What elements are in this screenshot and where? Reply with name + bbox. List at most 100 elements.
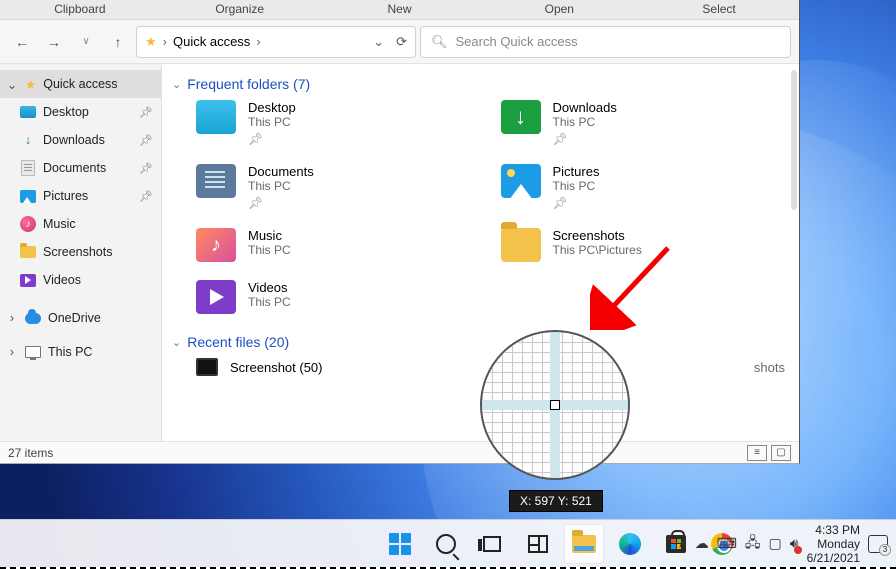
nav-sidebar: ⌄ ★ Quick access Desktop 📌︎ ↓ Downloads … [0,64,162,441]
recent-file-loc: shots [754,360,785,375]
tile-name: Desktop [248,100,296,115]
pictures-icon [20,190,36,203]
chevron-down-icon: ⌄ [172,78,181,91]
back-button[interactable]: ← [8,28,36,56]
tile-documents[interactable]: Documents This PC 📌︎ [196,164,481,210]
video-icon [20,274,36,287]
taskbar-clock[interactable]: 4:33 PM Monday 6/21/2021 [807,523,860,565]
pin-icon: 📌︎ [553,132,617,146]
notification-badge: 3 [879,544,891,556]
chevron-right-icon: › [163,34,167,49]
cloud-icon [25,313,41,324]
up-button[interactable]: ↑ [104,28,132,56]
sidebar-item-pictures[interactable]: Pictures 📌︎ [0,182,161,210]
file-explorer-window: Clipboard Organize New Open Select ← → ∨… [0,0,800,464]
folder-icon [501,228,541,262]
forward-button[interactable]: → [40,28,68,56]
scrollbar[interactable] [791,70,797,210]
keyboard-tray-icon[interactable]: ⌨ [717,535,737,552]
tile-name: Documents [248,164,314,179]
section-frequent-folders[interactable]: ⌄ Frequent folders (7) [172,76,785,92]
section-recent-files[interactable]: ⌄ Recent files (20) [172,334,785,350]
pin-icon: 📌︎ [139,162,153,175]
clock-time: 4:33 PM [807,523,860,537]
breadcrumb-root[interactable]: Quick access [173,34,250,49]
task-view-button[interactable] [472,524,512,564]
sidebar-item-label: This PC [48,345,92,359]
recent-dropdown-icon[interactable]: ∨ [72,28,100,56]
sidebar-item-music[interactable]: ♪ Music [0,210,161,238]
download-icon [501,100,541,134]
widgets-icon [528,535,548,553]
start-button[interactable] [380,524,420,564]
volume-tray-icon[interactable]: 🔊︎ [790,535,799,552]
clock-date: 6/21/2021 [807,551,860,565]
refresh-button[interactable]: ⟳ [396,34,407,50]
sidebar-item-downloads[interactable]: ↓ Downloads 📌︎ [0,126,161,154]
ribbon-tab-open[interactable]: Open [479,0,639,19]
sidebar-onedrive[interactable]: › OneDrive [0,304,161,332]
edge-icon [619,533,641,555]
taskbar-file-explorer[interactable] [564,524,604,564]
pin-icon: 📌︎ [139,134,153,147]
sidebar-item-label: Music [43,217,76,231]
tile-music[interactable]: Music This PC [196,228,481,262]
desktop-icon [196,100,236,134]
sidebar-item-desktop[interactable]: Desktop 📌︎ [0,98,161,126]
address-bar[interactable]: ★ › Quick access › ⌄ ⟳ [136,26,416,58]
content-pane: ⌄ Frequent folders (7) Desktop This PC 📌… [162,64,799,441]
task-view-icon [483,536,501,552]
tile-pictures[interactable]: Pictures This PC 📌︎ [501,164,786,210]
sidebar-item-label: Downloads [43,133,105,147]
clock-day: Monday [807,537,860,551]
chevron-down-icon: ⌄ [6,77,18,92]
sidebar-item-label: OneDrive [48,311,101,325]
tile-name: Music [248,228,291,243]
notification-center-button[interactable]: 3 [868,535,888,553]
tile-sub: This PC [248,295,291,309]
onedrive-tray-icon[interactable]: ☁ [695,535,709,552]
tile-downloads[interactable]: Downloads This PC 📌︎ [501,100,786,146]
recent-file-name: Screenshot (50) [230,360,323,375]
screenshot-thumb-icon [196,358,218,376]
sidebar-this-pc[interactable]: › This PC [0,338,161,366]
taskbar-edge[interactable] [610,524,650,564]
tile-name: Downloads [553,100,617,115]
chevron-right-icon: › [256,34,260,49]
ribbon-tab-select[interactable]: Select [639,0,799,19]
tray-overflow-icon[interactable]: ˄ [679,536,687,552]
battery-tray-icon[interactable]: ▢ [769,535,782,552]
nav-toolbar: ← → ∨ ↑ ★ › Quick access › ⌄ ⟳ 🔍︎ Search… [0,20,799,64]
sidebar-item-videos[interactable]: Videos [0,266,161,294]
widgets-button[interactable] [518,524,558,564]
taskbar-search-button[interactable] [426,524,466,564]
ribbon-tab-organize[interactable]: Organize [160,0,320,19]
search-placeholder: Search Quick access [456,34,578,49]
sidebar-quick-access[interactable]: ⌄ ★ Quick access [0,70,161,98]
file-explorer-icon [572,535,596,553]
tile-videos[interactable]: Videos This PC [196,280,481,314]
coordinate-readout: X: 597 Y: 521 [509,490,603,512]
network-tray-icon[interactable]: 🖧︎ [745,532,761,556]
tile-sub: This PC [248,243,291,257]
tile-sub: This PC [248,179,314,193]
search-input[interactable]: 🔍︎ Search Quick access [420,26,791,58]
music-icon: ♪ [20,216,36,232]
section-title: Recent files (20) [187,334,289,350]
annotation-arrow [590,240,680,330]
tile-desktop[interactable]: Desktop This PC 📌︎ [196,100,481,146]
tile-name: Videos [248,280,291,295]
recent-file-row[interactable]: Screenshot (50) shots [172,358,785,376]
view-large-button[interactable]: ▢ [771,445,791,461]
sidebar-item-screenshots[interactable]: Screenshots [0,238,161,266]
tile-name: Pictures [553,164,600,179]
pin-icon: 📌︎ [248,196,314,210]
address-dropdown-icon[interactable]: ⌄ [373,34,384,50]
view-details-button[interactable]: ≡ [747,445,767,461]
sidebar-item-documents[interactable]: Documents 📌︎ [0,154,161,182]
sidebar-item-label: Videos [43,273,81,287]
chevron-down-icon: ⌄ [172,336,181,349]
tile-sub: This PC [553,179,600,193]
ribbon-tab-new[interactable]: New [320,0,480,19]
ribbon-tab-clipboard[interactable]: Clipboard [0,0,160,19]
